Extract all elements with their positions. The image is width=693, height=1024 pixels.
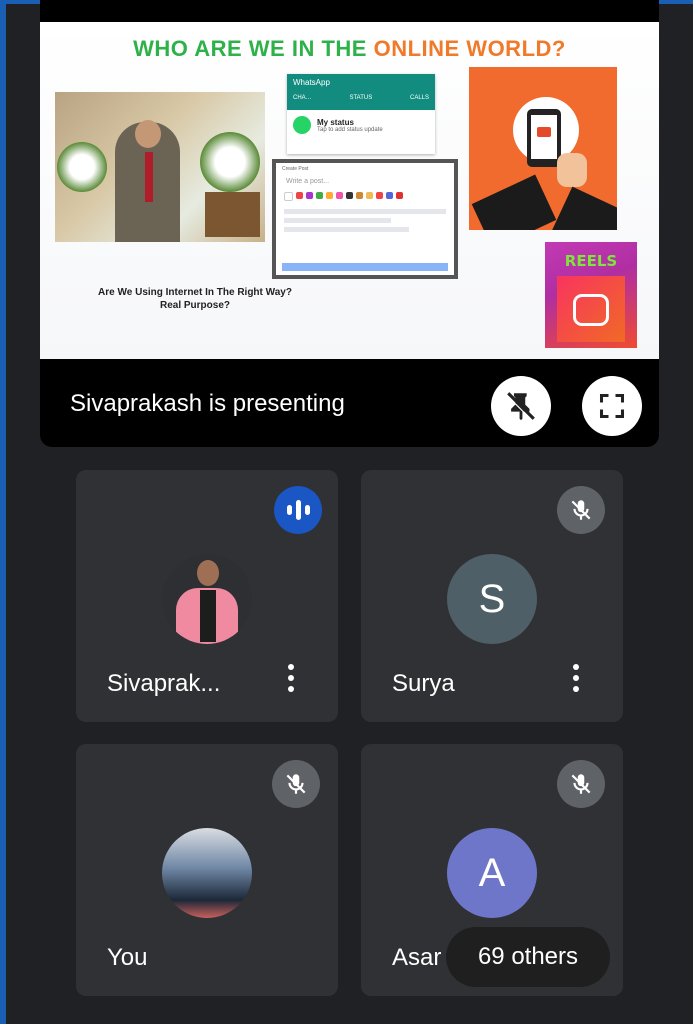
- post-card-header: Create Post: [282, 166, 309, 172]
- participant-name: Asar: [392, 944, 442, 971]
- shared-slide: WHO ARE WE IN THE ONLINE WORLD? WhatsApp…: [40, 22, 659, 359]
- window-left-edge: [0, 0, 6, 1024]
- avatar: [162, 554, 252, 644]
- fullscreen-button[interactable]: [582, 376, 642, 436]
- participant-tile[interactable]: S Surya: [361, 470, 623, 722]
- speaking-indicator: [274, 486, 322, 534]
- participant-name: Surya: [392, 670, 455, 697]
- mic-off-icon: [286, 774, 306, 794]
- presentation-panel[interactable]: WHO ARE WE IN THE ONLINE WORLD? WhatsApp…: [40, 0, 659, 447]
- whatsapp-tab: STATUS: [349, 95, 373, 101]
- participant-name: Sivaprak...: [107, 670, 221, 697]
- slide-create-post-screenshot: Create Post Write a post...: [272, 159, 458, 279]
- reels-label: REELS: [564, 252, 618, 270]
- others-button[interactable]: 69 others: [446, 927, 610, 987]
- whatsapp-tab: CHA…: [293, 95, 312, 101]
- slide-reels-image: REELS: [545, 242, 637, 348]
- unpin-button[interactable]: [491, 376, 551, 436]
- participant-tile[interactable]: You: [76, 744, 338, 996]
- slide-photo-man: [55, 92, 265, 242]
- whatsapp-status-title: My status: [317, 117, 354, 127]
- participant-name: You: [107, 944, 148, 971]
- whatsapp-status-subtitle: Tap to add status update: [317, 126, 383, 133]
- slide-phone-illustration: [469, 67, 617, 230]
- status-icon: [293, 116, 311, 134]
- mic-off-badge: [272, 760, 320, 808]
- presenting-label: Sivaprakash is presenting: [70, 390, 345, 417]
- mic-off-badge: [557, 760, 605, 808]
- fullscreen-icon: [599, 393, 625, 419]
- avatar: [162, 828, 252, 918]
- more-options-button[interactable]: [281, 660, 301, 696]
- slide-caption-line2: Real Purpose?: [159, 300, 231, 311]
- slide-caption: Are We Using Internet In The Right Way? …: [80, 286, 310, 312]
- pin-off-icon: [506, 392, 535, 421]
- slide-title: WHO ARE WE IN THE ONLINE WORLD?: [40, 36, 659, 62]
- reels-icon: [573, 294, 609, 326]
- avatar: A: [447, 828, 537, 918]
- slide-caption-line1: Are We Using Internet In The Right Way?: [98, 287, 292, 298]
- mic-off-icon: [571, 500, 591, 520]
- whatsapp-tab: CALLS: [409, 95, 429, 101]
- more-options-button[interactable]: [566, 660, 586, 696]
- participant-tile[interactable]: Sivaprak...: [76, 470, 338, 722]
- avatar: S: [447, 554, 537, 644]
- post-card-placeholder: Write a post...: [286, 178, 330, 185]
- slide-title-part1: WHO ARE WE IN THE: [133, 36, 367, 61]
- mic-off-badge: [557, 486, 605, 534]
- mic-off-icon: [571, 774, 591, 794]
- slide-whatsapp-screenshot: WhatsApp CHA… STATUS CALLS My status Tap…: [287, 74, 435, 154]
- more-vert-icon: [288, 664, 294, 670]
- slide-title-part2: ONLINE WORLD?: [373, 36, 566, 61]
- whatsapp-app-name: WhatsApp: [293, 78, 330, 87]
- more-vert-icon: [573, 664, 579, 670]
